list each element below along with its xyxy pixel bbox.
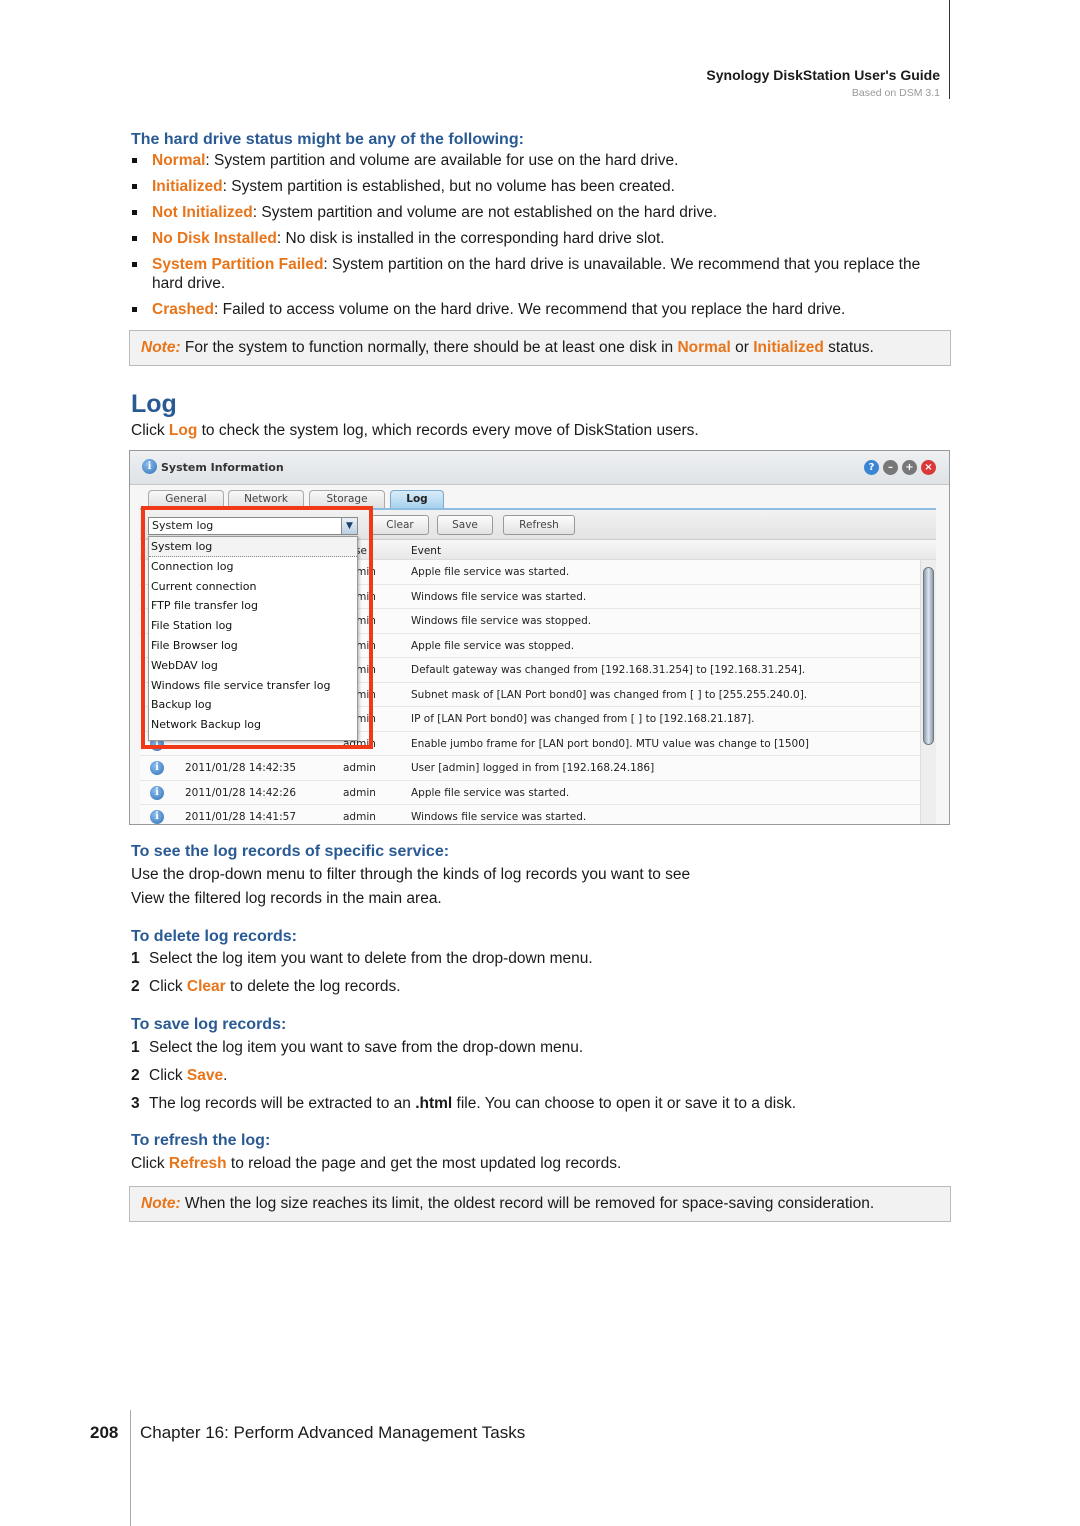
row-user: admin bbox=[343, 811, 376, 823]
delete-heading: To delete log records: bbox=[131, 928, 297, 945]
refresh-button[interactable]: Refresh bbox=[503, 515, 575, 535]
specific-line-2: View the filtered log records in the mai… bbox=[131, 890, 442, 907]
dropdown-option[interactable]: Connection log bbox=[149, 557, 357, 577]
row-event: Enable jumbo frame for [LAN port bond0].… bbox=[411, 737, 809, 750]
list-item: Normal: System partition and volume are … bbox=[131, 151, 951, 170]
scrollbar-thumb[interactable] bbox=[923, 567, 934, 745]
chapter-title: Chapter 16: Perform Advanced Management … bbox=[140, 1423, 526, 1442]
maximize-icon[interactable]: + bbox=[902, 460, 917, 475]
row-event: Apple file service was started. bbox=[411, 786, 570, 799]
row-event: Subnet mask of [LAN Port bond0] was chan… bbox=[411, 688, 808, 701]
dropdown-option[interactable]: FTP file transfer log bbox=[149, 596, 357, 616]
step: 2 Click Save. bbox=[131, 1067, 228, 1084]
log-intro: Click Log to check the system log, which… bbox=[131, 422, 699, 439]
refresh-text: Click Refresh to reload the page and get… bbox=[131, 1155, 622, 1172]
info-icon: i bbox=[150, 761, 164, 775]
help-icon[interactable]: ? bbox=[864, 460, 879, 475]
table-row[interactable]: i 2011/01/28 14:42:35 admin User [admin] lo… bbox=[140, 756, 920, 781]
list-item: Not Initialized: System partition and vo… bbox=[131, 203, 951, 222]
dropdown-option[interactable]: WebDAV log bbox=[149, 656, 357, 676]
dropdown-option[interactable]: File Browser log bbox=[149, 636, 357, 656]
guide-title: Synology DiskStation User's Guide bbox=[706, 67, 940, 83]
row-time: 2011/01/28 14:41:57 bbox=[185, 811, 297, 823]
specific-line-1: Use the drop-down menu to filter through… bbox=[131, 866, 691, 883]
info-icon: i bbox=[150, 785, 164, 800]
note-box-2: Note: When the log size reaches its limi… bbox=[129, 1186, 951, 1222]
row-user: admin bbox=[343, 762, 376, 774]
row-event: User [admin] logged in from [192.168.24.… bbox=[411, 762, 655, 774]
guide-subtitle: Based on DSM 3.1 bbox=[851, 87, 940, 99]
row-event: Default gateway was changed from [192.16… bbox=[411, 664, 806, 676]
list-item: No Disk Installed: No disk is installed … bbox=[131, 229, 951, 248]
chevron-down-icon[interactable]: ▼ bbox=[341, 518, 357, 534]
list-item: Initialized: System partition is establi… bbox=[131, 177, 951, 196]
refresh-heading: To refresh the log: bbox=[131, 1132, 271, 1149]
status-heading: The hard drive status might be any of th… bbox=[131, 131, 524, 148]
clear-button[interactable]: Clear bbox=[371, 515, 429, 535]
step: 2 Click Clear to delete the log records. bbox=[131, 978, 401, 995]
log-type-dropdown[interactable]: System log ▼ bbox=[148, 517, 358, 535]
list-item: Crashed: Failed to access volume on the … bbox=[131, 300, 951, 319]
header-rule bbox=[949, 0, 950, 99]
window-title: System Information bbox=[161, 461, 284, 474]
save-steps: 1 Select the log item you want to save fr… bbox=[131, 1038, 796, 1122]
row-event: Windows file service was started. bbox=[411, 590, 587, 603]
info-icon: i bbox=[150, 810, 164, 824]
dropdown-option[interactable]: Windows file service transfer log bbox=[149, 676, 357, 696]
dropdown-option[interactable]: Current connection bbox=[149, 577, 357, 597]
save-button[interactable]: Save bbox=[437, 515, 493, 535]
dropdown-option[interactable]: Backup log bbox=[149, 695, 357, 715]
status-list: Normal: System partition and volume are … bbox=[131, 151, 951, 326]
row-time: 2011/01/28 14:42:26 bbox=[185, 786, 297, 799]
save-heading: To save log records: bbox=[131, 1016, 287, 1033]
dropdown-option[interactable]: System log bbox=[149, 537, 357, 557]
row-time: 2011/01/28 14:42:35 bbox=[185, 762, 297, 774]
close-icon[interactable]: × bbox=[921, 460, 936, 475]
table-row[interactable]: i 2011/01/28 14:41:57 admin Windows file se… bbox=[140, 805, 920, 824]
minimize-icon[interactable]: – bbox=[883, 460, 898, 475]
row-event: Apple file service was stopped. bbox=[411, 639, 575, 652]
page-number: 208 bbox=[90, 1423, 119, 1442]
table-row[interactable]: i 2011/01/28 14:42:26 admin Apple file serv… bbox=[140, 780, 920, 805]
system-information-window: i System Information ? – + × General Net… bbox=[129, 450, 950, 825]
section-title-log: Log bbox=[131, 390, 177, 418]
list-item: System Partition Failed: System partitio… bbox=[131, 255, 951, 293]
row-event: Apple file service was started. bbox=[411, 566, 570, 578]
row-event: IP of [LAN Port bond0] was changed from … bbox=[411, 713, 755, 725]
dropdown-option[interactable]: File Station log bbox=[149, 616, 357, 636]
specific-heading: To see the log records of specific servi… bbox=[131, 843, 450, 860]
footer-rule bbox=[130, 1410, 131, 1526]
step: 1 Select the log item you want to save fr… bbox=[131, 1039, 584, 1056]
info-icon: i bbox=[142, 459, 157, 474]
delete-steps: 1 Select the log item you want to delete … bbox=[131, 949, 593, 1005]
step: 3 The log records will be extracted to an… bbox=[131, 1095, 797, 1112]
row-event: Windows file service was stopped. bbox=[411, 615, 592, 627]
note-box: Note: For the system to function normall… bbox=[129, 330, 951, 366]
dropdown-options: System log Connection log Current connec… bbox=[148, 536, 358, 741]
row-user: admin bbox=[343, 786, 376, 799]
row-event: Windows file service was started. bbox=[411, 811, 587, 823]
column-event[interactable]: Event bbox=[411, 545, 441, 557]
dropdown-option[interactable]: Network Backup log bbox=[149, 715, 357, 735]
tab-log[interactable]: Log bbox=[390, 490, 444, 508]
step: 1 Select the log item you want to delete … bbox=[131, 950, 593, 967]
